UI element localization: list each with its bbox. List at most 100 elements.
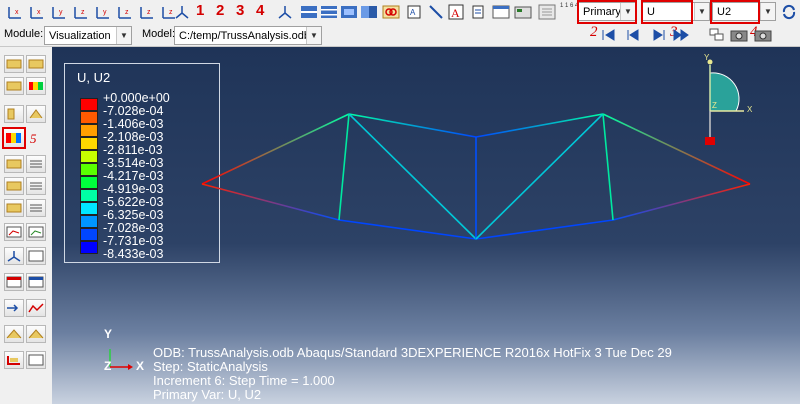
truss-member[interactable]: [602, 113, 614, 221]
triad-y-label: Y: [104, 327, 113, 341]
last-frame-icon[interactable]: [672, 26, 690, 44]
view-y-reverse-icon[interactable]: z: [72, 3, 90, 21]
animate-harmonic-icon[interactable]: [26, 199, 46, 217]
truss-member[interactable]: [201, 183, 340, 221]
info-primary-var-line: Primary Var: U, U2: [153, 387, 262, 402]
svg-text:A: A: [451, 6, 460, 20]
render-filled-icon[interactable]: [340, 3, 358, 21]
plot-xy-icon[interactable]: [26, 299, 46, 317]
text-annotation-icon[interactable]: A: [447, 3, 465, 21]
view-x-icon[interactable]: x: [6, 3, 24, 21]
info-odb-line: ODB: TrussAnalysis.odb Abaqus/Standard 3…: [153, 345, 672, 360]
plot-contours-undeformed-icon[interactable]: [4, 77, 24, 95]
annotation-box-primary: [577, 0, 637, 24]
plot-contours-on-deformed-button[interactable]: [2, 127, 26, 149]
xy-data-manager-icon[interactable]: [26, 223, 46, 241]
create-path-icon[interactable]: [4, 247, 24, 265]
plot-symbols-icon[interactable]: [4, 105, 24, 123]
link-icon[interactable]: [382, 3, 400, 21]
contour-options-icon[interactable]: [26, 155, 46, 173]
truss-member[interactable]: [201, 113, 350, 185]
toolbar-number-2: 2: [216, 2, 225, 19]
render-hidden-icon[interactable]: [320, 3, 338, 21]
render-wireframe-icon[interactable]: [300, 3, 318, 21]
animate-scale-factor-icon[interactable]: [4, 199, 24, 217]
view-cut-icon[interactable]: [26, 325, 46, 343]
display-group-icon[interactable]: [4, 351, 24, 369]
plot-contours-both-icon[interactable]: [4, 155, 24, 173]
model-label: Model:: [142, 28, 176, 40]
svg-text:z: z: [125, 9, 129, 16]
main-toolbar: x x y z y z z z 1 2 3 4 A A 1 1 6 4 0 0 …: [0, 0, 800, 25]
camera-settings-icon[interactable]: [754, 26, 772, 44]
table-options-icon[interactable]: [492, 3, 510, 21]
plot-undeformed-icon[interactable]: [4, 55, 24, 73]
probe-values-icon[interactable]: [4, 299, 24, 317]
toolbar-number-3: 3: [236, 2, 245, 19]
refresh-icon[interactable]: [780, 3, 798, 21]
annotation-number-2: 2: [590, 24, 598, 40]
report-field-output-icon[interactable]: [4, 273, 24, 291]
context-bar: Module: Visualization ▼ Model: C:/temp/T…: [0, 24, 800, 47]
annotation-box-field: [641, 0, 693, 24]
plot-deformed-icon[interactable]: [26, 55, 46, 73]
view-triad: Y Z X: [682, 53, 762, 149]
animate-options-icon[interactable]: [26, 177, 46, 195]
visualization-toolbox: 5: [0, 47, 53, 404]
deform-scale-icon[interactable]: A: [405, 3, 423, 21]
triad-z-label: Z: [104, 359, 112, 373]
stream-plot-icon[interactable]: [4, 325, 24, 343]
view-iso-z-icon[interactable]: z: [138, 3, 156, 21]
truss-member[interactable]: [475, 219, 614, 240]
view-triad-z-label: Z: [712, 101, 717, 110]
camera-icon[interactable]: [730, 26, 748, 44]
create-xy-data-icon[interactable]: [4, 223, 24, 241]
triad-x-label: X: [136, 359, 145, 373]
viewport[interactable]: U, U2 +0.000e+00 -7.028e-04 -1.406e-03 -2.1…: [52, 47, 800, 404]
plot-contours-deformed-icon[interactable]: [26, 77, 46, 95]
viewport-icon[interactable]: [708, 26, 726, 44]
arrow-tool-icon[interactable]: [427, 3, 445, 21]
info-increment-line: Increment 6: Step Time = 1.000: [153, 373, 335, 388]
svg-text:A: A: [410, 8, 416, 17]
display-group-manager-icon[interactable]: [26, 351, 46, 369]
model-select-value: C:/temp/TrussAnalysis.odb: [179, 30, 311, 42]
previous-frame-icon[interactable]: [624, 26, 642, 44]
module-label: Module:: [4, 28, 44, 40]
first-frame-icon[interactable]: [600, 26, 618, 44]
annotation-box-component: [710, 0, 760, 24]
tool-options-icon[interactable]: [514, 3, 532, 21]
animate-time-history-icon[interactable]: [4, 177, 24, 195]
render-shaded-icon[interactable]: [360, 3, 378, 21]
report-xy-icon[interactable]: [26, 273, 46, 291]
model-select[interactable]: C:/temp/TrussAnalysis.odb ▼: [174, 26, 322, 45]
view-x-reverse-icon[interactable]: x: [28, 3, 46, 21]
truss-member[interactable]: [612, 183, 751, 221]
svg-text:x: x: [37, 9, 41, 16]
next-frame-icon[interactable]: [650, 26, 668, 44]
svg-text:z: z: [147, 9, 151, 16]
svg-text:z: z: [81, 9, 85, 16]
view-triad-x-label: X: [747, 105, 753, 114]
chevron-down-icon[interactable]: ▼: [306, 27, 321, 44]
query-icon[interactable]: [469, 3, 487, 21]
view-y-icon[interactable]: y: [50, 3, 68, 21]
triad-icon[interactable]: [173, 3, 191, 21]
module-select[interactable]: Visualization ▼: [44, 26, 132, 45]
truss-member[interactable]: [338, 113, 350, 221]
info-step-line: Step: StaticAnalysis: [153, 359, 268, 374]
chevron-down-icon[interactable]: ▼: [760, 3, 775, 20]
plot-material-orientations-icon[interactable]: [26, 105, 46, 123]
view-z-reverse-icon[interactable]: z: [116, 3, 134, 21]
chevron-down-icon[interactable]: ▼: [116, 27, 131, 44]
svg-text:y: y: [59, 9, 63, 16]
view-triad-y-label: Y: [704, 53, 710, 62]
truss-member[interactable]: [338, 219, 477, 240]
view-z-icon[interactable]: y: [94, 3, 112, 21]
annotation-number-5: 5: [30, 131, 37, 146]
frame-counter-icon: [538, 3, 556, 21]
svg-text:x: x: [15, 9, 19, 16]
chevron-down-icon[interactable]: ▼: [694, 3, 709, 20]
axes-icon[interactable]: [276, 3, 294, 21]
path-manager-icon[interactable]: [26, 247, 46, 265]
